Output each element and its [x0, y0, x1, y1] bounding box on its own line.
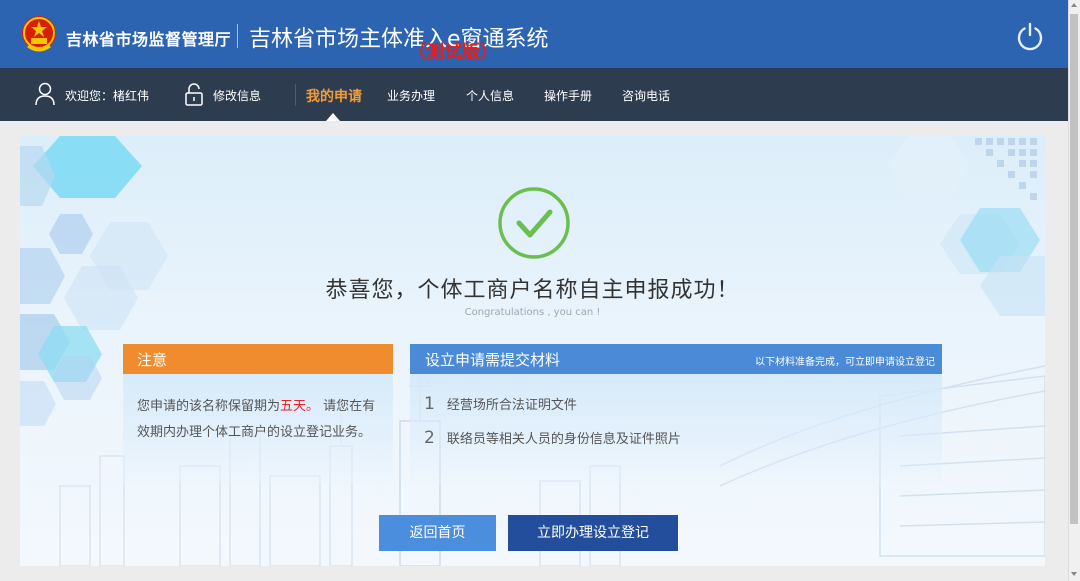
scroll-down-arrow[interactable] [1071, 572, 1077, 576]
register-now-button[interactable]: 立即办理设立登记 [508, 515, 678, 551]
back-home-button[interactable]: 返回首页 [379, 515, 496, 551]
header-divider [237, 24, 238, 48]
materials-panel-title: 设立申请需提交材料 [425, 351, 561, 369]
scroll-up-arrow[interactable] [1071, 3, 1077, 7]
list-item: 2 联络员等相关人员的身份信息及证件照片 [424, 428, 681, 448]
notice-text-before: 您申请的该名称保留期为 [137, 399, 281, 414]
retention-period-highlight: 五天。 [280, 399, 320, 414]
nav-divider [295, 84, 296, 106]
notice-panel-body: 您申请的该名称保留期为五天。 请您在有效期内办理个体工商户的设立登记业务。 [123, 374, 393, 484]
materials-panel-note: 以下材料准备完成，可立即申请设立登记 [755, 357, 935, 368]
org-name: 吉林省市场监督管理厅 [66, 30, 232, 49]
success-title: 恭喜您，个体工商户名称自主申报成功！ [325, 278, 740, 303]
nav-tab-my-applications[interactable]: 我的申请 [306, 86, 362, 106]
list-item-number: 1 [424, 394, 435, 414]
nav-tab-business[interactable]: 业务办理 [387, 87, 435, 104]
list-item-text: 联络员等相关人员的身份信息及证件照片 [446, 432, 681, 447]
list-item: 1 经营场所合法证明文件 [424, 394, 577, 414]
lock-icon [185, 83, 203, 106]
nav-tab-personal-info[interactable]: 个人信息 [466, 87, 514, 104]
materials-panel-header: 设立申请需提交材料 以下材料准备完成，可立即申请设立登记 [410, 344, 942, 374]
welcome-text: 欢迎您：楮红伟 [65, 89, 150, 103]
check-circle-icon [498, 187, 570, 259]
list-item-text: 经营场所合法证明文件 [446, 398, 577, 413]
user-icon [35, 82, 55, 106]
success-card: 恭喜您，个体工商户名称自主申报成功！ Congratulations , you… [20, 136, 1045, 566]
power-icon[interactable] [1014, 20, 1046, 52]
materials-panel-body: 1 经营场所合法证明文件 2 联络员等相关人员的身份信息及证件照片 [410, 374, 942, 484]
test-version-badge: （测试版） [408, 42, 498, 63]
notice-panel-title: 注意 [123, 344, 393, 374]
national-emblem-icon [22, 16, 56, 52]
main-nav: 欢迎您：楮红伟 修改信息 我的申请 业务办理 个人信息 操作手册 咨询电话 [0, 68, 1068, 121]
nav-tab-hotline[interactable]: 咨询电话 [622, 87, 670, 104]
list-item-number: 2 [424, 428, 435, 448]
nav-tab-manual[interactable]: 操作手册 [544, 87, 592, 104]
system-title: 吉林省市场主体准入e窗通系统 [249, 27, 549, 52]
active-tab-indicator [326, 113, 340, 121]
success-subtitle: Congratulations , you can ! [464, 307, 601, 318]
app-header: 吉林省市场监督管理厅 吉林省市场主体准入e窗通系统 （测试版） [0, 0, 1068, 68]
scrollbar-thumb[interactable] [1070, 14, 1078, 524]
edit-info-link[interactable]: 修改信息 [213, 87, 261, 104]
